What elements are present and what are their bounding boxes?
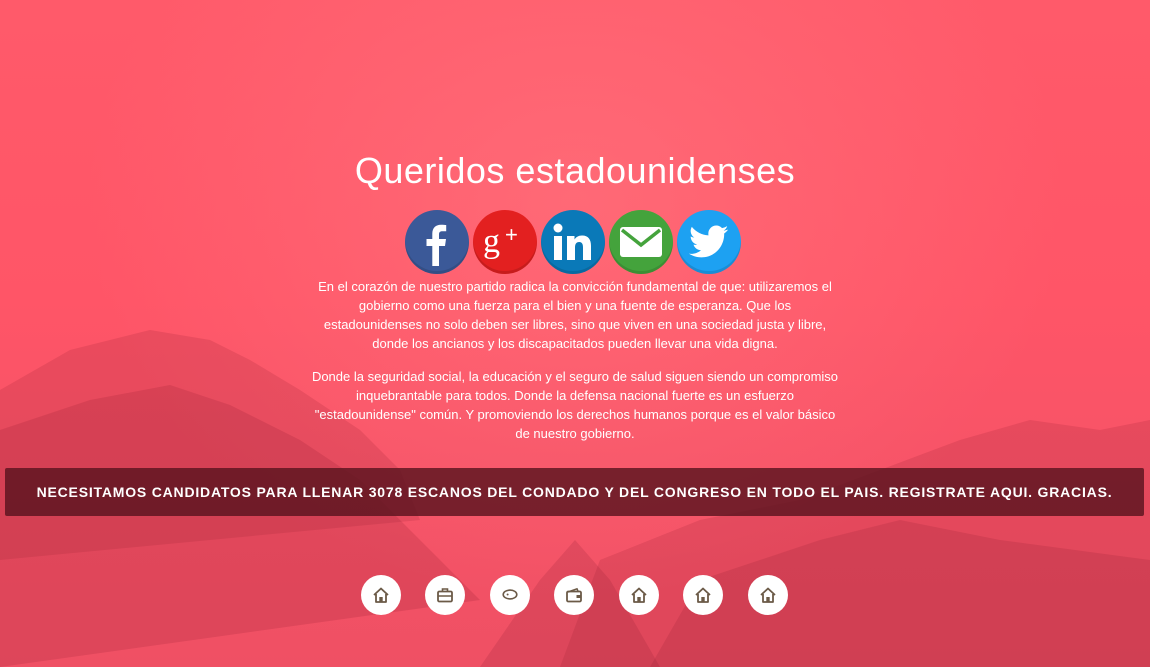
svg-text:+: + — [505, 222, 518, 247]
svg-text:g: g — [483, 223, 500, 260]
email-icon[interactable] — [609, 210, 673, 274]
content: Queridos estadounidenses g + En el coraz… — [0, 0, 1150, 667]
google-plus-icon[interactable]: g + — [473, 210, 537, 274]
register-banner[interactable]: NECESITAMOS CANDIDATOS PARA LLENAR 3078 … — [5, 468, 1144, 516]
chat-icon[interactable] — [490, 575, 530, 615]
page-title: Queridos estadounidenses — [354, 150, 796, 191]
facebook-icon[interactable] — [405, 210, 469, 274]
register-banner-text[interactable]: NECESITAMOS CANDIDATOS PARA LLENAR 3078 … — [37, 484, 1113, 500]
home-icon[interactable] — [619, 575, 659, 615]
home-icon[interactable] — [748, 575, 788, 615]
values-paragraph: Donde la seguridad social, la educación … — [311, 369, 839, 441]
page: Queridos estadounidenses g + En el coraz… — [0, 0, 1150, 667]
home-icon[interactable] — [683, 575, 723, 615]
twitter-icon[interactable] — [677, 210, 741, 274]
briefcase-icon[interactable] — [425, 575, 465, 615]
intro-paragraph: En el corazón de nuestro partido radica … — [318, 279, 832, 351]
wallet-icon[interactable] — [554, 575, 594, 615]
home-icon[interactable] — [361, 575, 401, 615]
social-share-bar: g + — [405, 210, 745, 274]
linkedin-icon[interactable] — [541, 210, 605, 274]
